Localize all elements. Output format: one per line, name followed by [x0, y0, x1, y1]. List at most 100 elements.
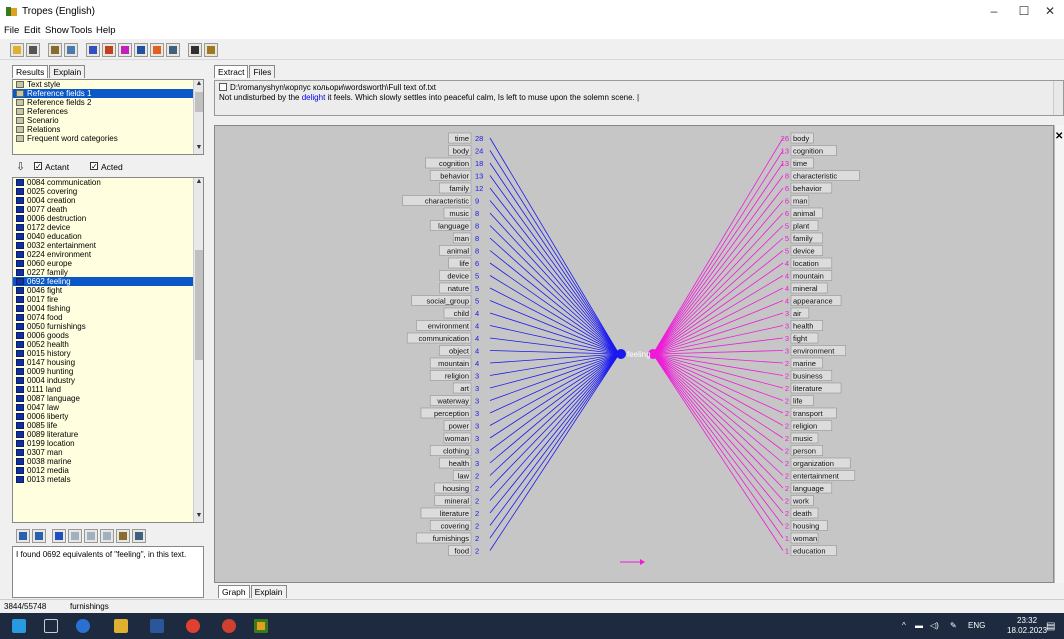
left-node-label[interactable]: power — [449, 422, 470, 431]
center-node-left-dot[interactable] — [616, 349, 626, 359]
left-node-label[interactable]: object — [449, 347, 470, 356]
word-list-scrollbar[interactable]: ▲ ▼ — [193, 178, 203, 522]
left-node-label[interactable]: housing — [443, 484, 469, 493]
tray-chevron-icon[interactable]: ^ — [902, 621, 906, 630]
word-list-item[interactable]: 0050 furnishings — [13, 322, 203, 331]
right-node-label[interactable]: animal — [793, 209, 815, 218]
word-list-item[interactable]: 0047 law — [13, 403, 203, 412]
word-list-item[interactable]: 0224 environment — [13, 250, 203, 259]
word-list-item[interactable]: 0074 food — [13, 313, 203, 322]
right-node-count[interactable]: 2 — [785, 472, 789, 481]
extract-scrollbar[interactable] — [1053, 81, 1063, 115]
direction-arrow-icon[interactable] — [640, 559, 645, 565]
word-list-item[interactable]: 0077 death — [13, 205, 203, 214]
edge-browser-icon[interactable] — [76, 619, 90, 633]
right-node-label[interactable]: religion — [793, 422, 817, 431]
right-node-label[interactable]: music — [793, 434, 813, 443]
word-list-item[interactable]: 0046 fight — [13, 286, 203, 295]
right-node-count[interactable]: 4 — [785, 297, 789, 306]
sort-icon[interactable] — [52, 529, 66, 543]
right-node-count[interactable]: 3 — [785, 309, 789, 318]
left-node-count[interactable]: 12 — [475, 184, 483, 193]
menu-show[interactable]: Show — [45, 25, 69, 36]
right-node-count[interactable]: 2 — [785, 434, 789, 443]
right-node-label[interactable]: family — [793, 234, 813, 243]
print-icon[interactable] — [26, 43, 40, 57]
scroll-up-icon[interactable]: ▲ — [194, 80, 203, 90]
file-explorer-icon[interactable] — [114, 619, 128, 633]
left-node-label[interactable]: covering — [441, 522, 469, 531]
left-node-count[interactable]: 28 — [475, 134, 483, 143]
word-list-item[interactable]: 0025 covering — [13, 187, 203, 196]
network-icon[interactable]: ▬ — [915, 621, 923, 630]
left-node-label[interactable]: music — [449, 209, 469, 218]
right-node-label[interactable]: device — [793, 247, 815, 256]
left-node-label[interactable]: nature — [448, 284, 469, 293]
word-list-item[interactable]: 0087 language — [13, 394, 203, 403]
right-node-label[interactable]: man — [793, 197, 808, 206]
center-node-label[interactable]: feeling — [627, 350, 651, 359]
tab-results[interactable]: Results — [12, 65, 49, 78]
right-node-count[interactable]: 2 — [785, 359, 789, 368]
word-list-item[interactable]: 0227 family — [13, 268, 203, 277]
right-node-count[interactable]: 4 — [785, 284, 789, 293]
left-node-count[interactable]: 5 — [475, 272, 479, 281]
right-node-label[interactable]: death — [793, 509, 812, 518]
word-list-item[interactable]: 0015 history — [13, 349, 203, 358]
right-node-label[interactable]: organization — [793, 459, 834, 468]
volume-icon[interactable]: ◁) — [930, 621, 939, 630]
word-list-item[interactable]: 0013 metals — [13, 475, 203, 484]
menu-help[interactable]: Help — [96, 25, 116, 36]
left-node-count[interactable]: 18 — [475, 159, 483, 168]
list-view-icon[interactable] — [100, 529, 114, 543]
right-node-label[interactable]: time — [793, 159, 807, 168]
left-node-label[interactable]: woman — [444, 434, 469, 443]
right-node-count[interactable]: 6 — [785, 184, 789, 193]
right-node-label[interactable]: environment — [793, 347, 835, 356]
right-node-label[interactable]: behavior — [793, 184, 822, 193]
left-node-count[interactable]: 4 — [475, 347, 479, 356]
left-node-label[interactable]: literature — [440, 509, 469, 518]
right-node-count[interactable]: 2 — [785, 447, 789, 456]
right-node-count[interactable]: 5 — [785, 222, 789, 231]
category-item[interactable]: Text style — [13, 80, 203, 89]
left-node-label[interactable]: communication — [419, 334, 469, 343]
right-node-count[interactable]: 3 — [785, 347, 789, 356]
left-node-label[interactable]: time — [455, 134, 469, 143]
scroll-thumb[interactable] — [195, 250, 203, 360]
right-node-count[interactable]: 2 — [785, 397, 789, 406]
word-list-item[interactable]: 0172 device — [13, 223, 203, 232]
right-node-count[interactable]: 6 — [785, 209, 789, 218]
category-item[interactable]: References — [13, 107, 203, 116]
left-node-label[interactable]: behavior — [440, 172, 469, 181]
right-node-label[interactable]: entertainment — [793, 472, 840, 481]
left-node-count[interactable]: 8 — [475, 234, 479, 243]
pen-icon[interactable]: ✎ — [950, 621, 957, 630]
left-node-count[interactable]: 4 — [475, 309, 479, 318]
highlighted-word[interactable]: delight — [302, 93, 326, 102]
right-node-label[interactable]: woman — [792, 534, 817, 543]
right-node-label[interactable]: location — [793, 259, 819, 268]
right-node-count[interactable]: 2 — [785, 522, 789, 531]
right-node-count[interactable]: 2 — [785, 372, 789, 381]
word-list-item[interactable]: 0004 industry — [13, 376, 203, 385]
word-list-item[interactable]: 0032 entertainment — [13, 241, 203, 250]
right-node-count[interactable]: 1 — [785, 547, 789, 556]
word-list-item[interactable]: 0012 media — [13, 466, 203, 475]
left-node-count[interactable]: 3 — [475, 434, 479, 443]
right-node-label[interactable]: cognition — [793, 147, 823, 156]
right-node-count[interactable]: 2 — [785, 484, 789, 493]
tab-extract[interactable]: Extract — [214, 65, 249, 78]
word-list-item[interactable]: 0307 man — [13, 448, 203, 457]
scroll-down-icon[interactable]: ▼ — [194, 144, 203, 154]
category-item[interactable]: Reference fields 2 — [13, 98, 203, 107]
left-node-count[interactable]: 3 — [475, 372, 479, 381]
right-node-count[interactable]: 2 — [785, 509, 789, 518]
word-list-item[interactable]: 0052 health — [13, 340, 203, 349]
right-node-label[interactable]: language — [793, 484, 824, 493]
task-view-icon[interactable] — [44, 619, 58, 633]
word-list-item[interactable]: 0199 location — [13, 439, 203, 448]
tab-explain-left[interactable]: Explain — [49, 65, 86, 78]
left-node-count[interactable]: 9 — [475, 197, 479, 206]
right-node-count[interactable]: 26 — [781, 134, 789, 143]
